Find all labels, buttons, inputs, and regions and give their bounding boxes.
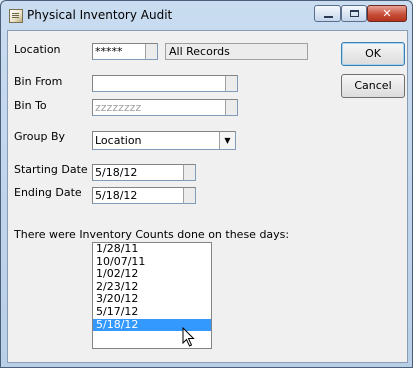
bin-to-value: zzzzzzzz	[95, 101, 142, 114]
bin-to-lookup-button[interactable]	[225, 100, 237, 115]
maximize-icon	[350, 10, 359, 17]
date-list-item[interactable]: 1/02/12	[93, 268, 211, 281]
minimize-icon	[324, 16, 333, 18]
group-by-select[interactable]: Location ▼	[92, 131, 236, 150]
location-description: All Records	[165, 43, 308, 60]
document-icon	[9, 9, 23, 23]
location-description-text: All Records	[169, 45, 230, 58]
bin-to-field[interactable]: zzzzzzzz	[92, 99, 238, 116]
starting-date-value: 5/18/12	[95, 166, 138, 179]
bin-from-field[interactable]	[92, 75, 238, 92]
title-bar[interactable]: Physical Inventory Audit ✕	[1, 1, 412, 31]
group-by-value: Location	[95, 134, 142, 147]
bin-to-label: Bin To	[14, 99, 47, 112]
counts-list: 1/28/11 10/07/11 1/02/12 2/23/12 3/20/12 5/17…	[93, 242, 211, 332]
date-list-item[interactable]: 1/28/11	[93, 242, 211, 256]
ending-date-label: Ending Date	[14, 186, 82, 199]
date-list-item[interactable]: 5/17/12	[93, 305, 211, 319]
ok-button[interactable]: OK	[341, 42, 405, 66]
chevron-down-icon[interactable]: ▼	[219, 132, 235, 149]
ending-date-value: 5/18/12	[95, 189, 138, 202]
ending-date-field[interactable]: 5/18/12	[92, 187, 196, 204]
bin-from-lookup-button[interactable]	[225, 76, 237, 91]
starting-date-label: Starting Date	[14, 163, 88, 176]
group-by-label: Group By	[14, 130, 66, 143]
starting-date-field[interactable]: 5/18/12	[92, 164, 196, 181]
ending-date-picker-button[interactable]	[183, 188, 195, 203]
location-field[interactable]: *****	[92, 43, 158, 60]
cancel-button[interactable]: Cancel	[341, 74, 405, 98]
close-button[interactable]: ✕	[367, 5, 407, 22]
minimize-button[interactable]	[314, 5, 341, 22]
close-icon: ✕	[382, 7, 392, 20]
location-value: *****	[95, 45, 123, 58]
dialog-client-area: Location ***** All Records Bin From Bin …	[7, 30, 408, 363]
location-lookup-button[interactable]	[145, 44, 157, 59]
window-title: Physical Inventory Audit	[27, 8, 173, 22]
dialog-window: Physical Inventory Audit ✕ Location ****…	[0, 0, 413, 368]
location-label: Location	[14, 43, 61, 56]
mouse-pointer-icon	[182, 327, 195, 347]
maximize-button[interactable]	[341, 5, 367, 22]
starting-date-picker-button[interactable]	[183, 165, 195, 180]
counts-caption: There were Inventory Counts done on thes…	[14, 228, 290, 241]
bin-from-label: Bin From	[14, 75, 63, 88]
